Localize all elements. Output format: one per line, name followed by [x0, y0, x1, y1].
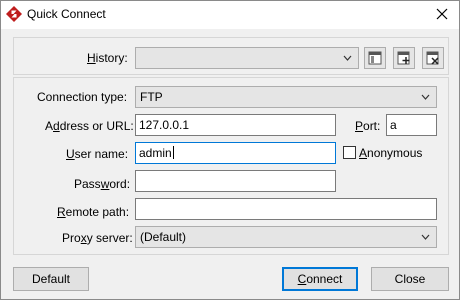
history-dropdown[interactable] — [135, 47, 359, 69]
port-label: Port: — [355, 119, 381, 133]
proxy-server-label: Proxy server: — [62, 231, 133, 245]
chevron-down-icon — [421, 94, 430, 100]
connect-button[interactable]: Connect — [282, 267, 358, 291]
port-input[interactable]: a — [386, 114, 437, 136]
history-browse-icon — [368, 51, 382, 65]
password-label: Password: — [74, 177, 131, 191]
address-label: Address or URL: — [45, 119, 134, 133]
history-delete-icon — [426, 51, 439, 65]
remote-path-label: Remote path: — [57, 205, 130, 219]
connection-type-dropdown[interactable]: FTP — [135, 86, 437, 108]
window-title: Quick Connect — [27, 7, 106, 21]
history-add-icon — [397, 51, 410, 65]
history-add-button[interactable] — [393, 47, 415, 69]
address-input[interactable]: 127.0.0.1 — [135, 114, 336, 136]
default-button[interactable]: Default — [13, 267, 89, 291]
text-cursor — [172, 146, 174, 159]
history-label: History: — [87, 51, 128, 65]
history-browse-button[interactable] — [364, 47, 386, 69]
proxy-server-dropdown[interactable]: (Default) — [135, 226, 437, 248]
close-icon[interactable] — [433, 5, 451, 23]
proxy-server-value: (Default) — [140, 230, 187, 244]
filezilla-logo-icon — [6, 6, 22, 22]
remote-path-input[interactable] — [135, 198, 437, 220]
connection-type-value: FTP — [140, 90, 163, 104]
username-input[interactable]: admin — [135, 142, 336, 164]
anonymous-label[interactable]: Anonymous — [359, 146, 422, 160]
history-delete-button[interactable] — [422, 47, 444, 69]
title-bar: Quick Connect — [1, 1, 459, 29]
username-label: User name: — [66, 147, 129, 161]
password-input[interactable] — [135, 170, 336, 192]
chevron-down-icon — [343, 55, 352, 61]
chevron-down-icon — [421, 234, 430, 240]
close-button[interactable]: Close — [371, 267, 449, 291]
anonymous-checkbox[interactable] — [343, 146, 356, 159]
quick-connect-dialog: Quick Connect History: Connection type: … — [0, 0, 460, 300]
connection-type-label: Connection type: — [37, 90, 128, 104]
